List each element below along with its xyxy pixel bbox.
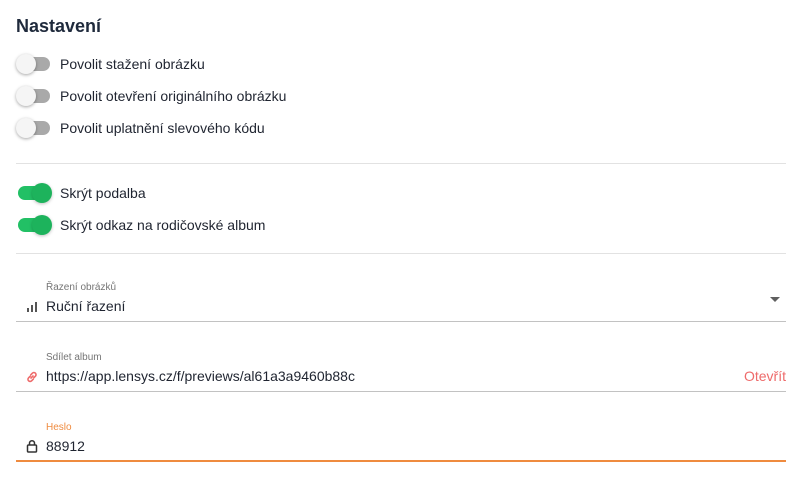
toggle-label: Povolit uplatnění slevového kódu [60, 120, 265, 136]
open-link-button[interactable]: Otevřít [744, 368, 786, 384]
share-label: Sdílet album [46, 352, 102, 363]
toggle-hide-parent-album-link[interactable]: Skrýt odkaz na rodičovské album [16, 214, 265, 236]
password-field[interactable]: Heslo 88912 [16, 418, 786, 462]
toggle-label: Skrýt odkaz na rodičovské album [60, 217, 266, 233]
sort-value: Ruční řazení [46, 298, 126, 314]
password-value[interactable]: 88912 [46, 438, 85, 454]
share-url[interactable]: https://app.lensys.cz/f/previews/al61a3a… [46, 368, 355, 384]
field-underline [16, 391, 786, 392]
toggle-allow-open-original[interactable]: Povolit otevření originálního obrázku [16, 85, 286, 107]
toggle-switch[interactable] [16, 85, 52, 107]
toggle-label: Skrýt podalba [60, 185, 146, 201]
toggle-hide-subalbums[interactable]: Skrýt podalba [16, 182, 146, 204]
settings-panel: Nastavení Povolit stažení obrázku Povoli… [0, 0, 800, 482]
toggle-switch[interactable] [16, 117, 52, 139]
lock-icon [24, 438, 40, 454]
divider [16, 163, 786, 164]
divider [16, 253, 786, 254]
toggle-switch[interactable] [16, 182, 52, 204]
share-album-field[interactable]: Sdílet album https://app.lensys.cz/f/pre… [16, 348, 786, 392]
password-label: Heslo [46, 422, 72, 433]
field-underline-focused [16, 460, 786, 462]
toggle-allow-discount-code[interactable]: Povolit uplatnění slevového kódu [16, 117, 265, 139]
link-icon [24, 369, 40, 385]
chevron-down-icon[interactable] [770, 297, 780, 302]
page-title: Nastavení [16, 16, 102, 36]
sort-label: Řazení obrázků [46, 282, 117, 293]
toggle-allow-download[interactable]: Povolit stažení obrázku [16, 53, 205, 75]
toggle-switch[interactable] [16, 53, 52, 75]
toggle-label: Povolit otevření originálního obrázku [60, 88, 287, 104]
sort-select[interactable]: Řazení obrázků Ruční řazení [16, 278, 786, 322]
toggle-label: Povolit stažení obrázku [60, 56, 205, 72]
bar-chart-icon [24, 298, 40, 314]
toggle-switch[interactable] [16, 214, 52, 236]
field-underline [16, 321, 786, 322]
